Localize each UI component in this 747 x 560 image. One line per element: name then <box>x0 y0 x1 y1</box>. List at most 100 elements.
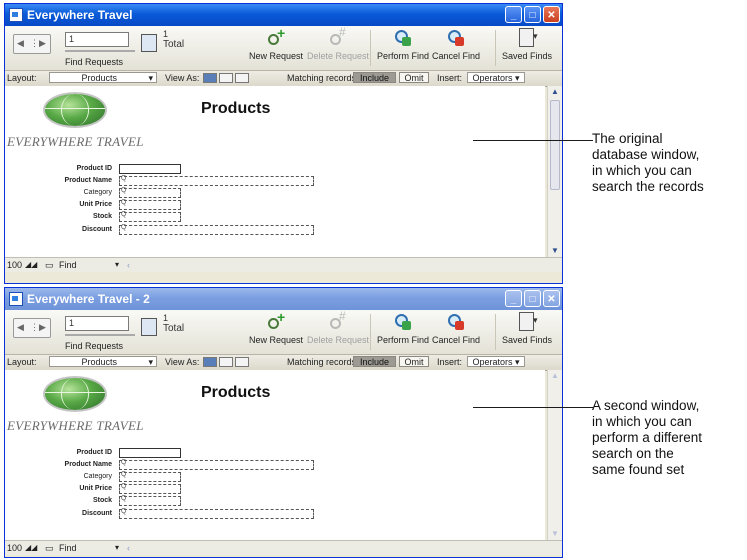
window-titlebar[interactable]: Everywhere Travel _ □ ✕ <box>5 4 562 26</box>
magnifier-icon: Q <box>121 471 127 478</box>
cancel-find-button[interactable]: Cancel Find <box>432 312 480 345</box>
status-area-icon[interactable]: ▭ <box>45 260 54 271</box>
previous-record-icon[interactable]: ◀ <box>17 38 24 49</box>
product-id-field[interactable] <box>119 164 181 174</box>
next-record-icon[interactable]: ▶ <box>39 322 46 333</box>
status-area-icon[interactable]: ▭ <box>45 543 54 554</box>
magnifier-icon: Q <box>121 508 127 515</box>
field-label-discount: Discount <box>82 510 112 517</box>
close-icon[interactable]: ✕ <box>543 6 560 23</box>
maximize-icon[interactable]: □ <box>524 6 541 23</box>
maximize-icon[interactable]: □ <box>524 290 541 307</box>
scroll-down-icon[interactable]: ▼ <box>550 246 560 256</box>
omit-button[interactable]: Omit <box>399 72 429 83</box>
callout-line: in which you can <box>592 163 692 178</box>
category-field[interactable]: Q <box>119 471 181 482</box>
zoom-level[interactable]: 100 <box>7 260 22 270</box>
layout-select[interactable]: Products ▾ <box>49 72 157 83</box>
scroll-thumb[interactable] <box>550 100 560 190</box>
zoom-in-out-icon[interactable]: ◢◢ <box>25 543 37 552</box>
minimize-icon[interactable]: _ <box>505 290 522 307</box>
zoom-level[interactable]: 100 <box>7 543 22 553</box>
scroll-left-icon[interactable]: ‹ <box>127 260 130 270</box>
status-toolbar: ◀ ⋮ ▶ 1 Find Requests 1 Total New Reques… <box>5 309 562 355</box>
request-slider[interactable] <box>65 50 135 52</box>
scroll-up-icon[interactable]: ▲ <box>550 87 560 97</box>
request-slider[interactable] <box>65 334 135 336</box>
book-slider-icon: ⋮ <box>30 322 39 332</box>
saved-finds-button[interactable]: Saved Finds <box>502 312 552 345</box>
callout-line: The original <box>592 131 663 146</box>
saved-finds-button[interactable]: Saved Finds <box>502 28 552 61</box>
view-as-form-button[interactable] <box>203 357 217 367</box>
mode-popup[interactable]: Find <box>59 260 77 270</box>
product-id-field[interactable] <box>119 448 181 458</box>
delete-request-button[interactable]: Delete Request <box>307 25 369 61</box>
field-label-stock: Stock <box>92 497 112 504</box>
total-label: Total <box>163 39 185 50</box>
field-label-category: Category <box>83 473 112 480</box>
view-as-list-button[interactable] <box>219 73 233 83</box>
total-label: Total <box>163 323 185 334</box>
layout-value: Products <box>81 357 117 367</box>
cancel-find-button[interactable]: Cancel Find <box>432 28 480 61</box>
callout-text-2: A second window, in which you can perfor… <box>592 398 702 478</box>
field-label-category: Category <box>83 189 112 196</box>
delete-request-button[interactable]: Delete Request <box>307 309 369 345</box>
scroll-down-icon[interactable]: ▼ <box>550 529 560 539</box>
product-name-field[interactable]: Q <box>119 175 314 186</box>
mode-popup[interactable]: Find <box>59 543 77 553</box>
view-as-table-button[interactable] <box>235 357 249 367</box>
product-name-field[interactable]: Q <box>119 459 314 470</box>
layout-select[interactable]: Products ▾ <box>49 356 157 367</box>
discount-field[interactable]: Q <box>119 224 314 235</box>
vertical-scrollbar[interactable]: ▲ ▼ <box>547 86 562 257</box>
operators-select[interactable]: Operators ▾ <box>467 356 525 367</box>
operators-select[interactable]: Operators ▾ <box>467 72 525 83</box>
chevron-down-icon[interactable]: ▾ <box>115 543 119 552</box>
previous-record-icon[interactable]: ◀ <box>17 322 24 333</box>
scroll-left-icon[interactable]: ‹ <box>127 543 130 553</box>
new-request-label: New Request <box>249 51 304 61</box>
category-field[interactable]: Q <box>119 187 181 198</box>
perform-find-button[interactable]: Perform Find <box>377 312 429 345</box>
zoom-in-out-icon[interactable]: ◢◢ <box>25 260 37 269</box>
unit-price-field[interactable]: Q <box>119 199 181 210</box>
close-icon[interactable]: ✕ <box>543 290 560 307</box>
next-record-icon[interactable]: ▶ <box>39 38 46 49</box>
perform-find-button[interactable]: Perform Find <box>377 28 429 61</box>
view-as-list-button[interactable] <box>219 357 233 367</box>
stock-field[interactable]: Q <box>119 495 181 506</box>
new-request-button[interactable]: New Request <box>249 309 303 345</box>
new-request-button[interactable]: New Request <box>249 25 304 61</box>
view-as-label: View As: <box>165 357 200 367</box>
discount-field[interactable]: Q <box>119 508 314 519</box>
record-book[interactable]: ◀ ⋮ ▶ <box>13 34 51 54</box>
total-requests-icon <box>141 318 157 336</box>
include-button[interactable]: Include <box>353 72 396 83</box>
minimize-icon[interactable]: _ <box>505 6 522 23</box>
callout-line: search the records <box>592 179 704 194</box>
current-request-input[interactable]: 1 <box>65 32 129 47</box>
omit-button[interactable]: Omit <box>399 356 429 367</box>
include-button[interactable]: Include <box>353 356 396 367</box>
record-book[interactable]: ◀ ⋮ ▶ <box>13 318 51 338</box>
scroll-up-icon[interactable]: ▲ <box>550 371 560 381</box>
view-as-table-button[interactable] <box>235 73 249 83</box>
window-titlebar[interactable]: Everywhere Travel - 2 _ □ ✕ <box>5 288 562 310</box>
insert-label: Insert: <box>437 357 463 367</box>
view-as-form-button[interactable] <box>203 73 217 83</box>
total-count: 1 <box>163 313 169 323</box>
unit-price-field[interactable]: Q <box>119 483 181 494</box>
current-request-input[interactable]: 1 <box>65 316 129 331</box>
stock-field[interactable]: Q <box>119 211 181 222</box>
chevron-down-icon[interactable]: ▾ <box>115 260 119 269</box>
magnifier-icon: Q <box>121 175 127 182</box>
magnifier-icon: Q <box>121 459 127 466</box>
operators-value: Operators <box>472 73 513 83</box>
find-requests-label: Find Requests <box>65 341 124 351</box>
perform-find-icon <box>393 28 413 48</box>
vertical-scrollbar[interactable]: ▲ ▼ <box>547 370 562 540</box>
field-label-product-id: Product ID <box>76 449 112 456</box>
operators-value: Operators <box>472 357 513 367</box>
